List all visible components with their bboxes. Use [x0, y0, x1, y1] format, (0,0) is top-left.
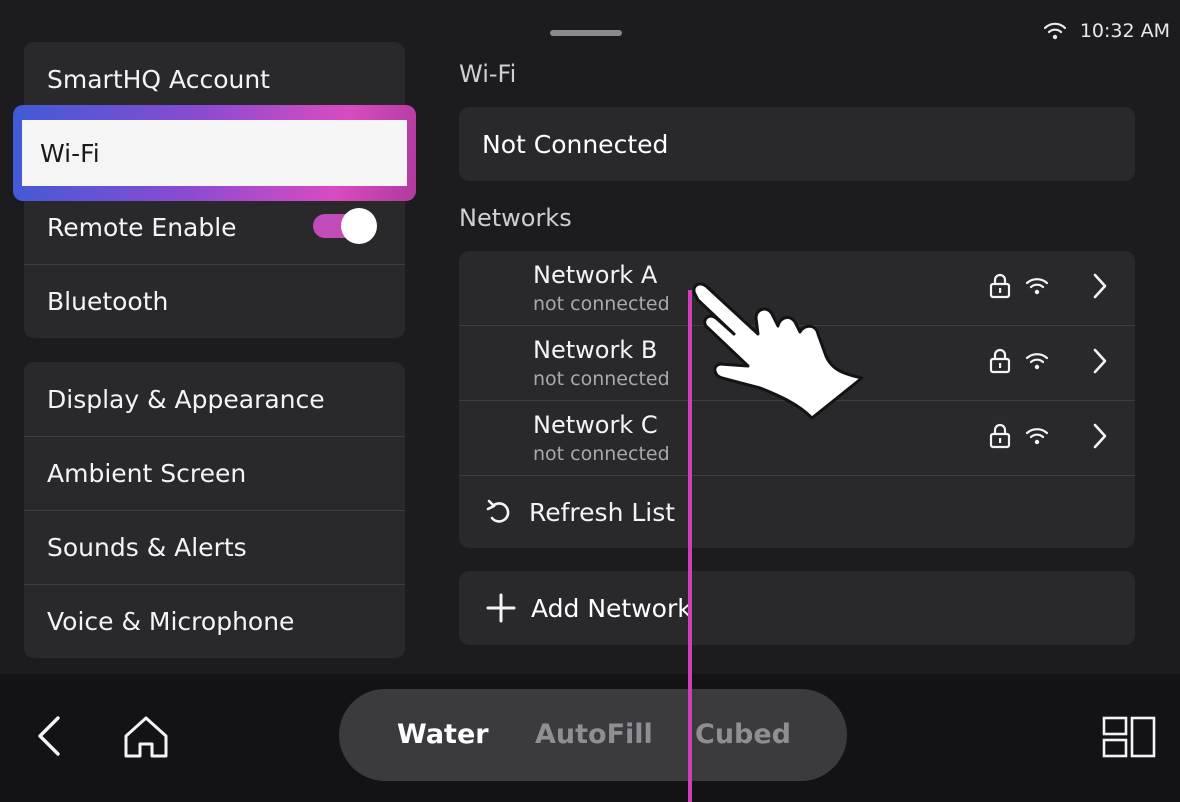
- mode-tab-autofill[interactable]: AutoFill: [535, 719, 653, 750]
- wifi-signal-icon: [1025, 278, 1049, 295]
- apps-grid-icon[interactable]: [1102, 716, 1158, 758]
- sidebar-item-remote-enable[interactable]: Remote Enable: [24, 190, 405, 264]
- sidebar-item-label: Bluetooth: [47, 287, 169, 316]
- network-status: not connected: [533, 293, 670, 315]
- lock-icon: [989, 423, 1011, 449]
- remote-enable-toggle[interactable]: [313, 208, 377, 244]
- mode-tab-water[interactable]: Water: [397, 719, 489, 750]
- sidebar-item-label: Display & Appearance: [47, 384, 325, 414]
- sidebar-item-wifi[interactable]: Wi-Fi: [13, 105, 416, 201]
- sidebar-item-label: Wi-Fi: [40, 138, 100, 168]
- lock-icon: [989, 348, 1011, 374]
- network-name: Network A: [533, 261, 658, 289]
- add-network-button[interactable]: Add Network: [459, 571, 1135, 645]
- sidebar-item-label: Remote Enable: [47, 212, 237, 242]
- mode-tab-cubed[interactable]: Cubed: [695, 719, 791, 750]
- lock-icon: [989, 273, 1011, 299]
- sidebar-item-label: Voice & Microphone: [47, 607, 295, 636]
- sidebar-item-voice-microphone[interactable]: Voice & Microphone: [24, 584, 405, 658]
- sidebar-item-label: Sounds & Alerts: [47, 533, 247, 562]
- sidebar-item-label: SmartHQ Account: [47, 64, 270, 94]
- chevron-right-icon: [1093, 423, 1107, 449]
- home-icon[interactable]: [122, 714, 170, 760]
- refresh-label: Refresh List: [529, 497, 676, 527]
- chevron-right-icon: [1093, 273, 1107, 299]
- sidebar-item-ambient-screen[interactable]: Ambient Screen: [24, 436, 405, 510]
- status-time: 10:32 AM: [1079, 20, 1170, 42]
- wifi-signal-icon: [1025, 353, 1049, 370]
- networks-heading: Networks: [459, 204, 572, 232]
- wifi-heading: Wi-Fi: [459, 60, 517, 88]
- wifi-icon: [1043, 22, 1066, 40]
- plus-icon: [486, 593, 516, 623]
- network-status: not connected: [533, 443, 670, 465]
- sidebar-item-sounds-alerts[interactable]: Sounds & Alerts: [24, 510, 405, 584]
- sidebar-item-label: Ambient Screen: [47, 459, 247, 488]
- drag-handle[interactable]: [550, 30, 622, 36]
- refresh-list-button[interactable]: Refresh List: [459, 476, 1135, 548]
- refresh-icon: [486, 499, 510, 523]
- status-bar: 10:32 AM: [1043, 20, 1170, 42]
- back-arrow-icon[interactable]: [34, 714, 64, 758]
- wifi-signal-icon: [1025, 428, 1049, 445]
- network-name: Network B: [533, 336, 658, 364]
- network-name: Network C: [533, 411, 658, 439]
- sidebar-item-bluetooth[interactable]: Bluetooth: [24, 264, 405, 338]
- connection-status-text: Not Connected: [482, 129, 669, 159]
- add-network-label: Add Network: [531, 593, 692, 623]
- network-status: not connected: [533, 368, 670, 390]
- sidebar-group-connectivity: SmartHQ Account Wi-Fi Remote Enable Blue…: [13, 42, 416, 338]
- dispenser-mode-selector: Water AutoFill Cubed: [339, 689, 847, 781]
- tap-hand-icon: [692, 282, 864, 420]
- sidebar-group-preferences: Display & Appearance Ambient Screen Soun…: [24, 362, 405, 658]
- chevron-right-icon: [1093, 348, 1107, 374]
- connection-status-card: Not Connected: [459, 107, 1135, 181]
- sidebar-item-display-appearance[interactable]: Display & Appearance: [24, 362, 405, 436]
